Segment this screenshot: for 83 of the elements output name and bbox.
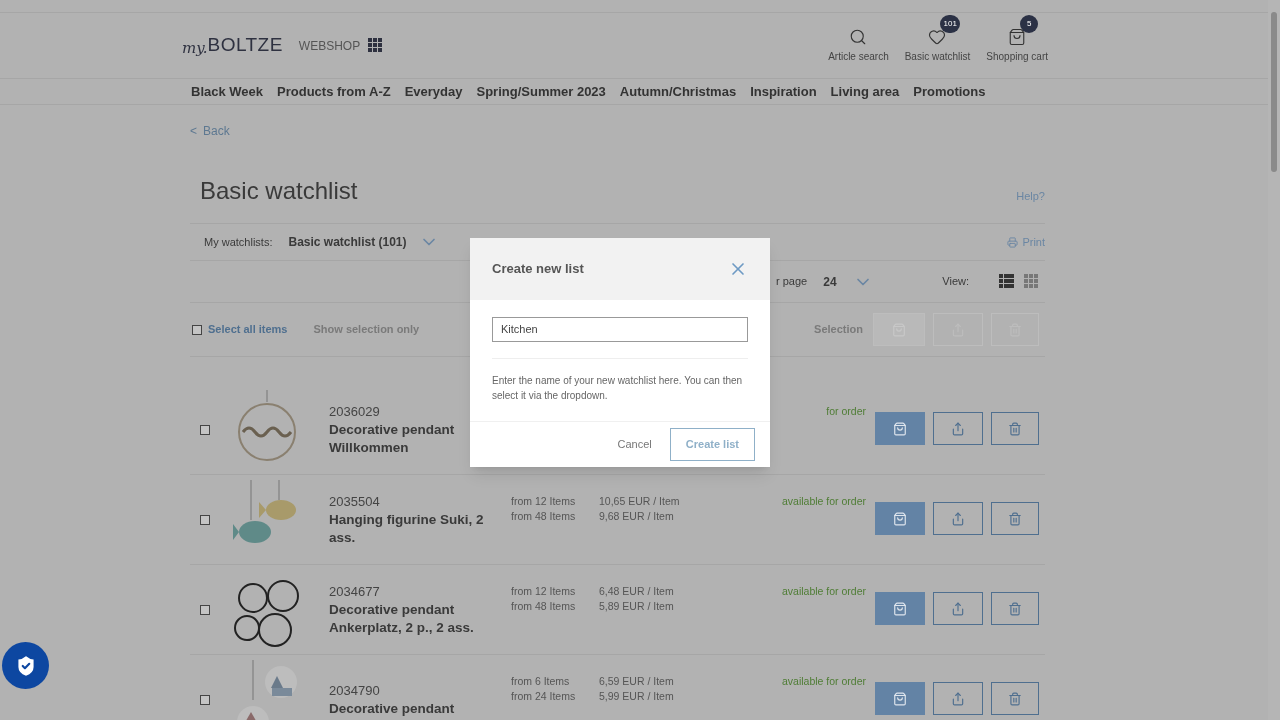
nav-link[interactable]: Living area (830, 81, 900, 102)
unit-price: 5,99 EUR / Item (599, 689, 674, 704)
availability-status: available for order (781, 674, 866, 689)
quantity-label: from 48 Items (511, 509, 577, 524)
item-name[interactable]: Decorative pendant (329, 700, 501, 719)
per-page-dropdown[interactable]: 24 (823, 271, 873, 292)
add-to-cart-button[interactable] (875, 592, 925, 625)
cancel-button[interactable]: Cancel (611, 431, 658, 457)
shopping-bag-icon (893, 601, 907, 616)
view-label: View: (942, 274, 969, 290)
move-button[interactable] (933, 592, 983, 625)
nav-link[interactable]: Inspiration (750, 81, 817, 102)
dialog-title: Create new list (492, 260, 584, 279)
nav-link[interactable]: Promotions (913, 81, 986, 102)
quantity-label: from 6 Items (511, 674, 571, 689)
checkbox[interactable] (200, 424, 210, 435)
trash-icon (1008, 421, 1022, 436)
availability-status: available for order (781, 494, 866, 509)
printer-icon (1007, 236, 1019, 248)
unit-price: 6,59 EUR / Item (599, 674, 674, 689)
item-number: 2035504 (329, 492, 381, 511)
list-name-field[interactable]: Kitchen (492, 316, 748, 342)
checkbox[interactable] (192, 324, 202, 335)
list-view-icon[interactable] (999, 274, 1014, 289)
quantity-label: from 12 Items (511, 494, 577, 509)
item-name[interactable]: Decorative pendant Ankerplatz, 2 p., 2 ass. (329, 601, 501, 638)
share-icon (951, 421, 965, 436)
selection-label: Selection (814, 322, 863, 338)
availability-status: for order (826, 404, 866, 419)
watchlist-dropdown[interactable]: Basic watchlist (101) (288, 232, 439, 252)
nav-link[interactable]: Autumn/Christmas (619, 81, 737, 102)
share-icon (951, 691, 965, 706)
grid-menu-icon[interactable] (368, 38, 384, 53)
webshop-label[interactable]: WEBSHOP (298, 36, 361, 55)
checkbox[interactable] (200, 514, 210, 525)
trash-icon (1008, 601, 1022, 616)
item-number: 2034790 (329, 681, 381, 700)
shopping-bag-icon (893, 421, 907, 436)
delete-button[interactable] (991, 682, 1039, 715)
nav-link[interactable]: Spring/Summer 2023 (476, 81, 606, 102)
move-button[interactable] (933, 412, 983, 445)
add-to-cart-button[interactable] (875, 682, 925, 715)
trash-icon (1008, 511, 1022, 526)
nav-link[interactable]: Everyday (404, 81, 463, 102)
count-badge: 101 (940, 14, 960, 33)
dialog-hint: Enter the name of your new watchlist here. You can then select it via the dropdown. (491, 373, 744, 403)
shopping-bag-icon (893, 511, 907, 526)
checkbox[interactable] (200, 694, 210, 705)
delete-button[interactable] (991, 592, 1039, 625)
shopping-bag-icon (893, 691, 907, 706)
trust-badge[interactable] (2, 642, 49, 689)
share-icon (951, 601, 965, 616)
per-page-label: r page (776, 274, 808, 290)
add-to-cart-button[interactable] (875, 502, 925, 535)
unit-price: 6,48 EUR / Item (599, 584, 674, 599)
item-number: 2036029 (329, 402, 381, 421)
add-to-cart-button[interactable] (875, 412, 925, 445)
grid-view-icon[interactable] (1024, 274, 1039, 289)
unit-price: 9,68 EUR / Item (599, 509, 674, 524)
nav-link[interactable]: Products from A-Z (277, 81, 391, 102)
move-button[interactable] (933, 502, 983, 535)
unit-price: 5,89 EUR / Item (599, 599, 674, 614)
checkbox[interactable] (200, 604, 210, 615)
header-action[interactable]: Article search (828, 27, 889, 64)
share-icon (951, 511, 965, 526)
trash-icon (1008, 691, 1022, 706)
item-number: 2034677 (329, 582, 381, 601)
shopping-bag-icon (1008, 27, 1027, 46)
delete-button[interactable] (991, 502, 1039, 535)
search-icon (849, 27, 868, 46)
heart-icon (928, 27, 947, 46)
quantity-label: from 12 Items (511, 584, 577, 599)
availability-status: available for order (781, 584, 866, 599)
nav-link[interactable]: Black Week (191, 81, 264, 102)
quantity-label: from 24 Items (511, 689, 577, 704)
watchlists-label: My watchlists: (204, 234, 273, 250)
quantity-label: from 48 Items (511, 599, 577, 614)
delete-button[interactable] (991, 412, 1039, 445)
count-badge: 5 (1020, 14, 1039, 33)
page-title: Basic watchlist (200, 176, 358, 206)
move-button[interactable] (933, 682, 983, 715)
unit-price: 10,65 EUR / Item (599, 494, 680, 509)
item-name[interactable]: Hanging figurine Suki, 2 ass. (329, 511, 501, 548)
